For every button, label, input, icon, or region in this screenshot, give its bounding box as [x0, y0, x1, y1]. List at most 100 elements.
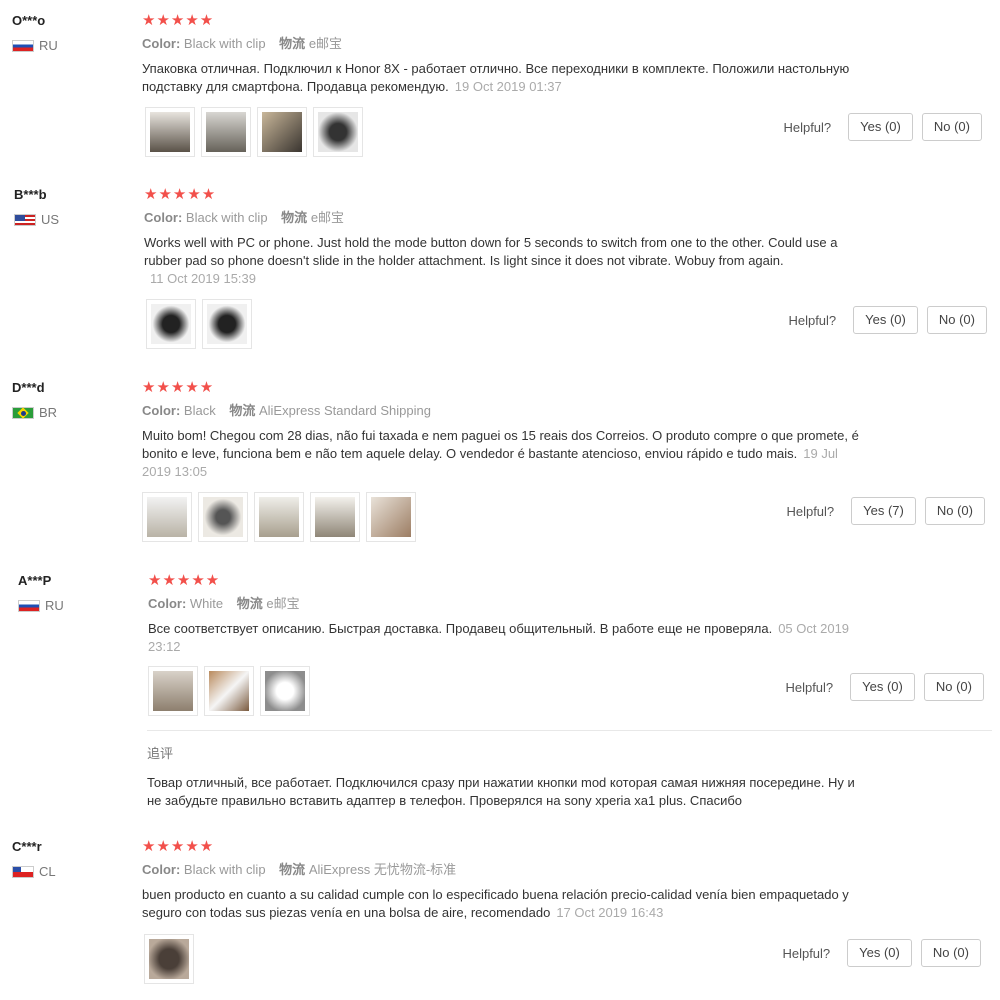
review-photo-thumbnail[interactable] [201, 107, 251, 157]
followup-label: 追评 [147, 746, 174, 761]
review-body: Works well with PC or phone. Just hold t… [144, 235, 838, 268]
review-photos [144, 934, 200, 984]
helpful-label: Helpful? [788, 312, 837, 328]
helpful-label: Helpful? [782, 945, 831, 961]
helpful-label: Helpful? [786, 503, 835, 519]
color-value: Black [183, 403, 216, 418]
review-body: Muito bom! Chegou com 28 dias, não fui t… [142, 428, 859, 461]
flag-cl-icon [12, 865, 34, 878]
review-photo-thumbnail[interactable] [366, 492, 416, 542]
review-photos [145, 107, 369, 157]
review-photo-thumbnail[interactable] [204, 666, 254, 716]
helpful-no-button[interactable]: No (0) [926, 306, 987, 334]
reviewer-info: O***o RU [12, 12, 122, 53]
review-body: buen producto en cuanto a su calidad cum… [142, 887, 849, 920]
flag-br-icon [12, 406, 34, 419]
country-code: CL [39, 864, 56, 879]
shipping-value: AliExpress Standard Shipping [258, 403, 431, 418]
star-rating: ★★★★★ [142, 838, 215, 855]
review-photo-thumbnail[interactable] [142, 492, 192, 542]
star-rating: ★★★★★ [142, 12, 215, 29]
country-code: RU [39, 38, 58, 53]
review-photo-thumbnail[interactable] [144, 934, 194, 984]
color-label: Color: [142, 403, 181, 418]
review-photo-thumbnail[interactable] [146, 299, 196, 349]
review-date: 19 Oct 2019 01:37 [454, 79, 562, 94]
review-photo-thumbnail[interactable] [254, 492, 304, 542]
shipping-value: e邮宝 [308, 36, 343, 51]
review-photo-thumbnail[interactable] [198, 492, 248, 542]
flag-ru-icon [12, 39, 34, 52]
review-date: 17 Oct 2019 16:43 [556, 905, 664, 920]
reviewer-info: B***b US [14, 186, 124, 227]
reviewer-name: C***r [12, 839, 42, 854]
color-label: Color: [144, 210, 183, 225]
shipping-value: e邮宝 [266, 596, 300, 611]
reviewer-name: B***b [14, 187, 47, 202]
review-photos [148, 666, 316, 716]
flag-ru-icon [18, 599, 40, 612]
review-meta: Color: White 物流 e邮宝 [148, 596, 998, 612]
reviewer-country: BR [12, 405, 122, 420]
reviewer-country: CL [12, 864, 122, 879]
review-text: Все соответствует описанию. Быстрая дост… [148, 620, 868, 656]
review-photo-thumbnail[interactable] [148, 666, 198, 716]
review-photos [146, 299, 258, 349]
color-label: Color: [142, 36, 181, 51]
helpful-no-button[interactable]: No (0) [923, 673, 984, 701]
helpful-vote: Helpful? Yes (0) No (0) [783, 113, 982, 141]
review-photo-thumbnail[interactable] [313, 107, 363, 157]
helpful-no-button[interactable]: No (0) [924, 497, 985, 525]
shipping-label: 物流 [229, 403, 256, 418]
reviewer-info: D***d BR [12, 379, 122, 420]
review-text: Muito bom! Chegou com 28 dias, não fui t… [142, 427, 862, 481]
review-photo-thumbnail[interactable] [310, 492, 360, 542]
helpful-label: Helpful? [785, 679, 834, 695]
star-rating: ★★★★★ [148, 572, 221, 589]
review-meta: Color: Black 物流 AliExpress Standard Ship… [142, 403, 992, 419]
review-photo-thumbnail[interactable] [257, 107, 307, 157]
review-content: ★★★★★ Color: White 物流 e邮宝 Все соответств… [148, 572, 998, 656]
color-value: Black with clip [183, 862, 266, 877]
shipping-value: AliExpress 无忧物流-标准 [308, 862, 457, 877]
review-photo-thumbnail[interactable] [260, 666, 310, 716]
review-photo-thumbnail[interactable] [145, 107, 195, 157]
reviewer-name: O***o [12, 13, 46, 28]
review-meta: Color: Black with clip 物流 AliExpress 无忧物… [142, 862, 992, 878]
helpful-no-button[interactable]: No (0) [921, 113, 982, 141]
shipping-label: 物流 [281, 210, 308, 225]
review-text: Works well with PC or phone. Just hold t… [144, 234, 864, 288]
reviewer-country: RU [12, 38, 122, 53]
helpful-vote: Helpful? Yes (7) No (0) [786, 497, 985, 525]
helpful-yes-button[interactable]: Yes (0) [847, 939, 912, 967]
helpful-vote: Helpful? Yes (0) No (0) [788, 306, 987, 334]
review-content: ★★★★★ Color: Black 物流 AliExpress Standar… [142, 379, 992, 481]
reviewer-country: RU [18, 598, 128, 613]
review-text: Упаковка отличная. Подключил к Honor 8X … [142, 60, 862, 96]
reviewer-info: A***P RU [18, 572, 128, 613]
color-label: Color: [148, 596, 187, 611]
reviewer-country: US [14, 212, 124, 227]
helpful-yes-button[interactable]: Yes (0) [853, 306, 918, 334]
color-value: Black with clip [185, 210, 268, 225]
review-content: ★★★★★ Color: Black with clip 物流 e邮宝 Упак… [142, 12, 992, 96]
country-code: US [41, 212, 60, 227]
reviewer-info: C***r CL [12, 838, 122, 879]
color-label: Color: [142, 862, 181, 877]
helpful-no-button[interactable]: No (0) [920, 939, 981, 967]
shipping-label: 物流 [279, 36, 306, 51]
review-photo-thumbnail[interactable] [202, 299, 252, 349]
review-text: buen producto en cuanto a su calidad cum… [142, 886, 862, 922]
reviewer-name: A***P [18, 573, 52, 588]
review-date: 11 Oct 2019 15:39 [150, 271, 257, 286]
followup-text: Товар отличный, все работает. Подключилс… [147, 775, 855, 808]
helpful-yes-button[interactable]: Yes (0) [850, 673, 915, 701]
star-rating: ★★★★★ [142, 379, 215, 396]
helpful-label: Helpful? [783, 119, 832, 135]
star-rating: ★★★★★ [144, 186, 217, 203]
helpful-yes-button[interactable]: Yes (0) [848, 113, 913, 141]
helpful-vote: Helpful? Yes (0) No (0) [785, 673, 984, 701]
review-meta: Color: Black with clip 物流 e邮宝 [142, 36, 992, 52]
helpful-yes-button[interactable]: Yes (7) [851, 497, 916, 525]
color-value: Black with clip [183, 36, 266, 51]
